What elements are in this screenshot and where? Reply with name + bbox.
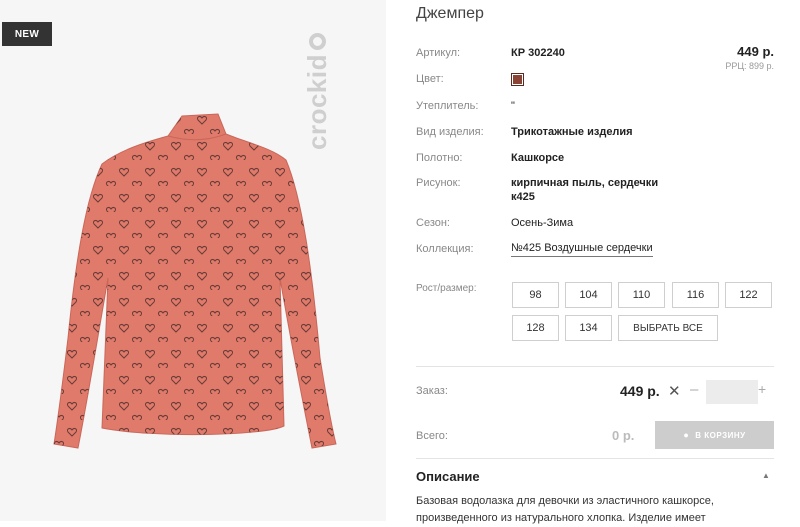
type-label: Вид изделия: xyxy=(416,126,484,138)
total-value: 0 р. xyxy=(612,428,635,443)
print-label: Рисунок: xyxy=(416,177,461,189)
divider xyxy=(416,458,774,459)
times-icon: ✕ xyxy=(668,383,681,400)
type-value: Трикотажные изделия xyxy=(511,126,633,138)
size-button-98[interactable]: 98 xyxy=(512,282,559,308)
collapse-caret-icon[interactable]: ▲ xyxy=(762,471,770,480)
fabric-label: Полотно: xyxy=(416,152,463,164)
turtleneck-sweater-image xyxy=(53,113,337,449)
increase-quantity-button[interactable]: + xyxy=(758,381,766,397)
description-text: Базовая водолазка для девочки из эластич… xyxy=(416,495,714,524)
product-title: Джемпер xyxy=(416,5,484,22)
recommended-retail-price: РРЦ: 899 р. xyxy=(725,61,774,71)
size-button-128[interactable]: 128 xyxy=(512,315,559,341)
order-label: Заказ: xyxy=(416,385,448,397)
fabric-value: Кашкорсе xyxy=(511,152,565,164)
color-swatch-fill xyxy=(513,75,522,84)
product-image[interactable]: NEW crockid xyxy=(0,0,386,521)
article-value: КР 302240 xyxy=(511,47,565,59)
add-to-cart-button[interactable]: ● В КОРЗИНУ xyxy=(655,421,774,449)
description-heading[interactable]: Описание xyxy=(416,469,480,484)
size-button-104[interactable]: 104 xyxy=(565,282,612,308)
size-button-122[interactable]: 122 xyxy=(725,282,772,308)
color-swatch[interactable] xyxy=(511,73,524,86)
article-label: Артикул: xyxy=(416,47,461,59)
select-all-sizes-button[interactable]: ВЫБРАТЬ ВСЕ xyxy=(618,315,718,341)
product-price: 449 р. xyxy=(737,44,774,59)
print-value-line1: кирпичная пыль, сердечки xyxy=(511,177,659,189)
insulation-label: Утеплитель: xyxy=(416,100,479,112)
order-price: 449 р. xyxy=(620,383,660,399)
quantity-input[interactable] xyxy=(706,380,758,404)
season-label: Сезон: xyxy=(416,217,450,229)
divider xyxy=(416,366,774,367)
size-button-116[interactable]: 116 xyxy=(672,282,719,308)
size-label: Рост/размер: xyxy=(416,283,477,294)
decrease-quantity-button[interactable]: – xyxy=(690,381,698,398)
collection-link[interactable]: №425 Воздушные сердечки xyxy=(511,242,653,257)
size-button-134[interactable]: 134 xyxy=(565,315,612,341)
new-badge: NEW xyxy=(2,22,52,46)
size-button-110[interactable]: 110 xyxy=(618,282,665,308)
print-value-line2: к425 xyxy=(511,191,535,203)
color-label: Цвет: xyxy=(416,73,444,85)
collection-label: Коллекция: xyxy=(416,243,474,255)
cart-icon: ● xyxy=(683,430,690,440)
total-label: Всего: xyxy=(416,430,448,442)
add-to-cart-label: В КОРЗИНУ xyxy=(695,430,746,440)
insulation-value: " xyxy=(511,100,515,112)
season-value: Осень-Зима xyxy=(511,217,574,229)
logo-ring-icon xyxy=(309,33,326,50)
